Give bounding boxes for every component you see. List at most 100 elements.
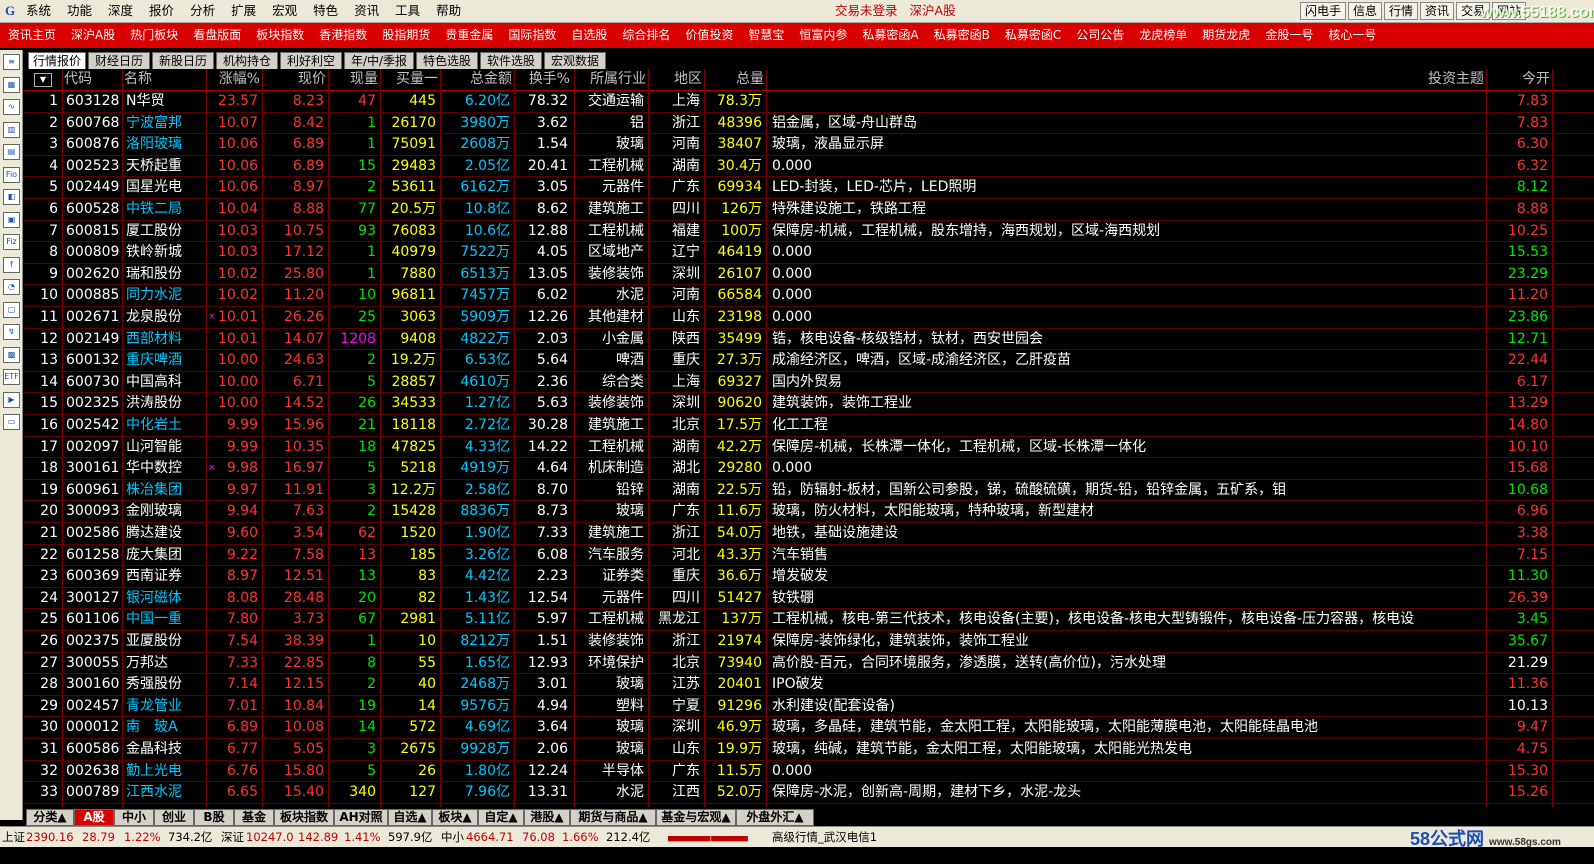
cell-code[interactable]: 002325 <box>66 393 122 415</box>
tab-5[interactable]: 年/中/季报 <box>344 52 414 70</box>
cell-name[interactable]: 厦工股份 <box>126 221 204 243</box>
shortcut-link[interactable]: 龙虎榜单 <box>1139 23 1187 48</box>
shortcut-link[interactable]: 金股一号 <box>1265 23 1313 48</box>
cell-code[interactable]: 300161 <box>66 458 122 480</box>
column-header[interactable]: 买量一 <box>382 69 438 91</box>
toolbar-icon[interactable]: ≡ <box>3 54 20 70</box>
market-tab-4[interactable]: B股 <box>194 809 234 826</box>
toolbar-icon[interactable]: ∿ <box>3 99 20 115</box>
shortcut-link[interactable]: 热门板块 <box>130 23 178 48</box>
market-tab-12[interactable]: 期货与商品▲ <box>570 809 656 826</box>
market-tab-7[interactable]: AH对照 <box>334 809 388 826</box>
cell-name[interactable]: 腾达建设 <box>126 523 204 545</box>
column-header[interactable]: 地区 <box>650 69 702 91</box>
menu-status-text[interactable]: 交易未登录 <box>835 0 898 22</box>
market-tab-10[interactable]: 自定▲ <box>478 809 524 826</box>
cell-name[interactable]: 南 玻A <box>126 717 204 739</box>
toolbar-icon[interactable]: Fiz <box>3 234 20 250</box>
cell-code[interactable]: 600876 <box>66 134 122 156</box>
column-header[interactable]: 今开 <box>1488 69 1550 91</box>
toolbar-icon[interactable]: ▣ <box>3 211 20 228</box>
tab-6[interactable]: 特色选股 <box>416 52 478 70</box>
tab-0[interactable]: 行情报价 <box>28 52 86 70</box>
shortcut-link[interactable]: 股指期货 <box>382 23 430 48</box>
shortcut-link[interactable]: 价值投资 <box>685 23 733 48</box>
menu-item[interactable]: 功能 <box>67 0 92 22</box>
market-tab-14[interactable]: 外盘外汇▲ <box>736 809 814 826</box>
cell-code[interactable]: 600369 <box>66 566 122 588</box>
shortcut-link[interactable]: 私募密函C <box>1005 23 1061 48</box>
menu-item[interactable]: 工具 <box>395 0 420 22</box>
cell-name[interactable]: 中化岩土 <box>126 415 204 437</box>
shortcut-link[interactable]: 核心一号 <box>1328 23 1376 48</box>
server-name[interactable]: 高级行情_武汉电信1 <box>772 827 877 847</box>
cell-name[interactable]: 铁岭新城 <box>126 242 204 264</box>
cell-name[interactable]: 洛阳玻璃 <box>126 134 204 156</box>
menu-item[interactable]: 报价 <box>149 0 174 22</box>
cell-code[interactable]: 300093 <box>66 501 122 523</box>
shortcut-link[interactable]: 期货龙虎 <box>1202 23 1250 48</box>
tab-1[interactable]: 财经日历 <box>88 52 150 70</box>
cell-code[interactable]: 002375 <box>66 631 122 653</box>
shortcut-link[interactable]: 智慧宝 <box>748 23 784 48</box>
shortcut-link[interactable]: 资讯主页 <box>8 23 56 48</box>
cell-code[interactable]: 600132 <box>66 350 122 372</box>
cell-name[interactable]: N华贸 <box>126 91 204 113</box>
menu-item[interactable]: 资讯 <box>354 0 379 22</box>
shortcut-link[interactable]: 恒富内参 <box>799 23 847 48</box>
cell-name[interactable]: 勤上光电 <box>126 761 204 783</box>
toolbar-icon[interactable]: ▭ <box>3 414 20 430</box>
shortcut-link[interactable]: 综合排名 <box>622 23 670 48</box>
tab-2[interactable]: 新股日历 <box>152 52 214 70</box>
toolbar-icon[interactable]: Fio <box>3 166 20 183</box>
cell-code[interactable]: 000789 <box>66 782 122 804</box>
cell-code[interactable]: 600586 <box>66 739 122 761</box>
toolbar-icon[interactable]: ↯ <box>3 324 20 340</box>
cell-name[interactable]: 华中数控 <box>126 458 204 480</box>
toolbar-icon[interactable]: ▦ <box>3 76 20 93</box>
column-header[interactable]: 投资主题 <box>1324 69 1484 91</box>
market-tab-2[interactable]: 中小 <box>114 809 154 826</box>
market-tab-11[interactable]: 港股▲ <box>524 809 570 826</box>
column-header[interactable]: 代码 <box>64 69 124 91</box>
cell-name[interactable]: 江西水泥 <box>126 782 204 804</box>
cell-name[interactable]: 重庆啤酒 <box>126 350 204 372</box>
menu-item[interactable]: 帮助 <box>436 0 461 22</box>
cell-code[interactable]: 601258 <box>66 545 122 567</box>
menu-item[interactable]: 分析 <box>190 0 215 22</box>
toolbar-icon[interactable]: f <box>3 256 20 273</box>
cell-name[interactable]: 山河智能 <box>126 437 204 459</box>
cell-name[interactable]: 青龙管业 <box>126 696 204 718</box>
shortcut-link[interactable]: 板块指数 <box>256 23 304 48</box>
cell-code[interactable]: 300160 <box>66 674 122 696</box>
toolbar-icon[interactable]: ▤ <box>3 144 20 160</box>
cell-name[interactable]: 宁波富邦 <box>126 113 204 135</box>
menu-item[interactable]: 宏观 <box>272 0 297 22</box>
toolbar-icon[interactable]: ◔ <box>3 279 20 295</box>
column-header[interactable]: 名称 <box>124 69 206 91</box>
cell-name[interactable]: 万邦达 <box>126 653 204 675</box>
cell-code[interactable]: 000809 <box>66 242 122 264</box>
tab-4[interactable]: 利好利空 <box>280 52 342 70</box>
cell-name[interactable]: 中铁二局 <box>126 199 204 221</box>
market-tab-9[interactable]: 板块▲ <box>432 809 478 826</box>
cell-name[interactable]: 庞大集团 <box>126 545 204 567</box>
cell-code[interactable]: 000012 <box>66 717 122 739</box>
cell-name[interactable]: 亚厦股份 <box>126 631 204 653</box>
market-tab-0[interactable]: 分类▲ <box>26 809 74 826</box>
cell-code[interactable]: 300055 <box>66 653 122 675</box>
cell-code[interactable]: 600961 <box>66 480 122 502</box>
cell-name[interactable]: 国星光电 <box>126 177 204 199</box>
shortcut-link[interactable]: 国际指数 <box>508 23 556 48</box>
column-header[interactable]: 所属行业 <box>576 69 646 91</box>
shortcut-link[interactable]: 自选股 <box>571 23 607 48</box>
cell-name[interactable]: 银河磁体 <box>126 588 204 610</box>
top-button[interactable]: 资讯 <box>1420 2 1455 20</box>
cell-code[interactable]: 601106 <box>66 609 122 631</box>
menu-item[interactable]: 特色 <box>313 0 338 22</box>
cell-name[interactable]: 西部材料 <box>126 329 204 351</box>
top-button[interactable]: 行情 <box>1384 2 1419 20</box>
top-button[interactable]: 闪电手 <box>1300 2 1347 20</box>
cell-name[interactable]: 株冶集团 <box>126 480 204 502</box>
shortcut-link[interactable]: 深沪A股 <box>71 23 115 48</box>
